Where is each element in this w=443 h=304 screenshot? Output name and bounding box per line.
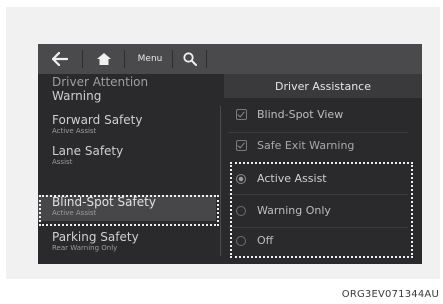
back-arrow-icon: [52, 52, 68, 66]
checkbox-icon: [236, 140, 247, 151]
list-item-sub: Active Assist: [52, 127, 97, 135]
settings-category-list: Driver Attention Warning Forward Safety …: [38, 74, 218, 264]
checkbox-icon: [236, 109, 247, 120]
list-item[interactable]: Warning: [52, 90, 101, 103]
column-divider: [220, 106, 221, 256]
list-item[interactable]: Parking Safety Rear Warning Only: [52, 231, 139, 253]
search-button[interactable]: [176, 44, 204, 74]
callout-box-right: [230, 162, 413, 258]
checkbox-blind-spot-view[interactable]: Blind-Spot View: [236, 108, 343, 121]
back-button[interactable]: [42, 44, 78, 74]
menu-label: Menu: [137, 54, 163, 64]
list-item-label: Lane Safety: [52, 144, 124, 158]
list-item-label: Parking Safety: [52, 230, 139, 244]
checkbox-label: Safe Exit Warning: [257, 139, 355, 152]
separator: [172, 50, 173, 68]
top-bar: Menu: [38, 44, 422, 74]
search-icon: [183, 52, 197, 66]
callout-box-left: [39, 195, 219, 226]
infotainment-screen: Menu Driver Assistance Driver Attention …: [38, 44, 422, 264]
page-title: Driver Assistance: [224, 74, 422, 98]
list-item-sub: Rear Warning Only: [52, 244, 118, 252]
home-icon: [97, 53, 111, 65]
row-divider: [228, 132, 408, 133]
menu-button[interactable]: Menu: [128, 44, 172, 74]
figure-caption: ORG3EV071344AU: [341, 289, 439, 300]
list-item[interactable]: Lane Safety Assist: [52, 145, 123, 167]
separator: [206, 50, 207, 68]
checkbox-label: Blind-Spot View: [257, 108, 344, 121]
separator: [124, 50, 125, 68]
list-item-sub: Assist: [52, 158, 73, 166]
list-item-label: Forward Safety: [52, 113, 143, 127]
list-item[interactable]: Driver Attention: [52, 76, 148, 89]
list-item[interactable]: Forward Safety Active Assist: [52, 114, 142, 136]
checkbox-safe-exit-warning[interactable]: Safe Exit Warning: [236, 139, 354, 152]
separator: [82, 50, 83, 68]
home-button[interactable]: [88, 44, 120, 74]
